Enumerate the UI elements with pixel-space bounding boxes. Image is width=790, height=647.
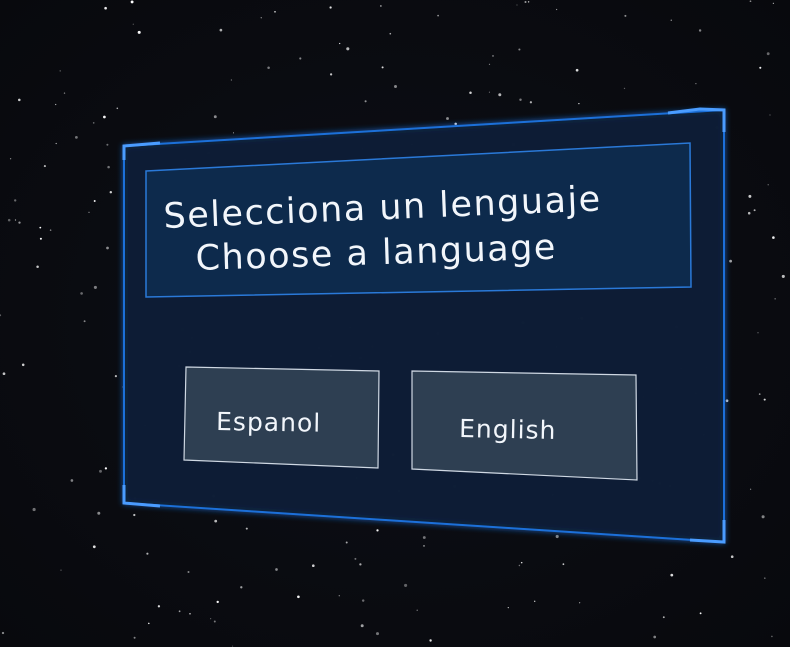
english-button-label: English: [459, 414, 557, 445]
english-button[interactable]: English: [411, 370, 638, 481]
espanol-button[interactable]: Espanol: [183, 366, 380, 469]
espanol-button-label: Espanol: [216, 407, 322, 438]
language-dialog: Selecciona un lenguaje Choose a language…: [122, 107, 726, 544]
language-select-screen: Selecciona un lenguaje Choose a language…: [0, 0, 790, 647]
